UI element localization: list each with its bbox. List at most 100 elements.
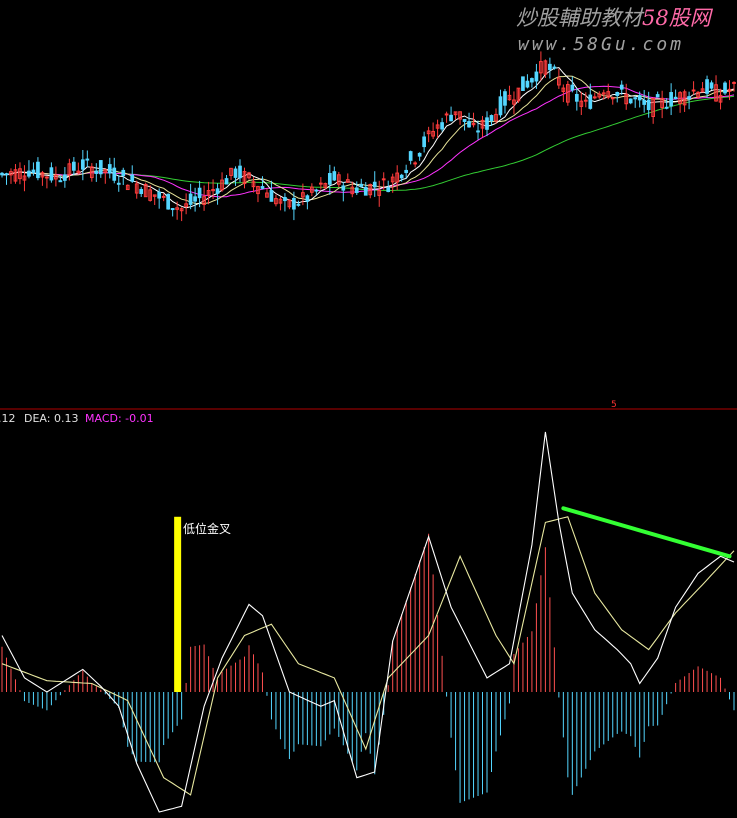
- candle-down: [31, 169, 36, 173]
- stock-chart: 炒股輔助教材58股网 www.58Gu.com 5 .12 DEA: 0.13 …: [0, 0, 737, 818]
- candle-down: [224, 178, 229, 185]
- candle-up: [381, 178, 386, 181]
- candle-down: [548, 63, 552, 71]
- candle-down: [664, 106, 669, 109]
- candle-down: [723, 82, 727, 94]
- candle-down: [552, 66, 557, 69]
- candle-down: [130, 174, 135, 182]
- candle-down: [709, 82, 714, 89]
- candle-down: [467, 121, 471, 128]
- candle-down: [112, 167, 117, 181]
- candle-down: [341, 185, 346, 191]
- candle-down: [530, 78, 534, 83]
- candle-down: [534, 71, 539, 82]
- candle-up: [732, 81, 736, 84]
- candle-down: [305, 195, 310, 202]
- candle-down: [655, 94, 660, 98]
- candle-down: [628, 98, 633, 104]
- candle-down: [116, 182, 121, 185]
- divider-marker: 5: [611, 400, 617, 410]
- candle-up: [444, 113, 449, 116]
- candle-down: [354, 187, 359, 194]
- candle-down: [27, 170, 31, 177]
- candle-down: [197, 187, 202, 199]
- candle-down: [646, 99, 651, 111]
- macd-header: .12 DEA: 0.13 MACD: -0.01: [0, 412, 154, 425]
- candle-up: [413, 162, 418, 165]
- candle-down: [673, 96, 678, 100]
- candle-down: [58, 180, 63, 183]
- candle-down: [332, 171, 337, 181]
- candle-down: [85, 158, 90, 161]
- candle-down: [269, 190, 274, 202]
- candle-down: [314, 189, 319, 192]
- candle-down: [637, 95, 642, 101]
- candle-down: [404, 169, 409, 174]
- candle-down: [408, 151, 413, 161]
- candle-down: [525, 80, 530, 88]
- candle-down: [292, 197, 296, 210]
- candle-up: [583, 99, 588, 102]
- candle-down: [233, 168, 238, 178]
- candle-up: [691, 89, 696, 92]
- candle-down: [296, 203, 301, 206]
- candle-up: [45, 176, 49, 179]
- candle-down: [72, 161, 76, 171]
- candle-down: [521, 76, 525, 92]
- candle-up: [610, 97, 615, 100]
- candle-down: [238, 165, 242, 179]
- candle-down: [170, 208, 175, 211]
- candle-down: [485, 117, 489, 130]
- candle-down: [705, 79, 709, 94]
- candle-down: [157, 191, 162, 199]
- watermark-title: 炒股輔助教材58股网: [516, 6, 714, 30]
- candle-down: [449, 114, 453, 122]
- candle-down: [489, 115, 494, 122]
- candle-up: [161, 195, 166, 198]
- candle-down: [687, 96, 691, 100]
- candle-down: [399, 174, 404, 179]
- candle-down: [188, 193, 193, 205]
- candle-down: [503, 91, 507, 106]
- candle-up: [592, 96, 597, 99]
- candle-down: [386, 187, 391, 193]
- golden-cross-highlight-bar: [174, 516, 182, 692]
- candle-down: [462, 119, 467, 122]
- candle-down: [615, 92, 620, 96]
- candle-down: [476, 130, 480, 133]
- candle-down: [215, 188, 220, 194]
- watermark-url: www.58Gu.com: [518, 34, 684, 55]
- candle-down: [49, 167, 54, 181]
- candle-down: [107, 164, 112, 174]
- candle-down: [327, 173, 332, 185]
- candle-down: [642, 99, 647, 105]
- watermark-brand: 58股网: [642, 6, 714, 30]
- candle-down: [417, 152, 422, 157]
- dea-value: DEA: 0.13: [24, 412, 78, 425]
- candle-down: [440, 122, 444, 130]
- candle-down: [94, 170, 99, 174]
- candle-down: [633, 97, 638, 100]
- low-golden-cross-label: 低位金叉: [183, 521, 231, 536]
- candle-down: [570, 84, 575, 91]
- dif-value: .12: [0, 412, 16, 425]
- candle-down: [260, 186, 265, 189]
- candle-down: [588, 94, 593, 109]
- candle-down: [372, 181, 377, 188]
- candle-down: [139, 188, 144, 195]
- candle-down: [574, 93, 579, 102]
- candle-down: [166, 193, 171, 210]
- candle-down: [36, 161, 40, 179]
- candle-down: [498, 96, 503, 116]
- macd-value: MACD: -0.01: [85, 412, 154, 425]
- candle-down: [619, 84, 624, 90]
- candle-down: [669, 92, 673, 107]
- candle-down: [0, 172, 4, 176]
- candle-down: [283, 197, 287, 202]
- candle-down: [80, 159, 85, 170]
- candle-down: [121, 169, 126, 176]
- candle-down: [422, 136, 426, 148]
- candle-down: [63, 174, 67, 181]
- candle-down: [359, 183, 364, 187]
- candle-down: [4, 173, 9, 176]
